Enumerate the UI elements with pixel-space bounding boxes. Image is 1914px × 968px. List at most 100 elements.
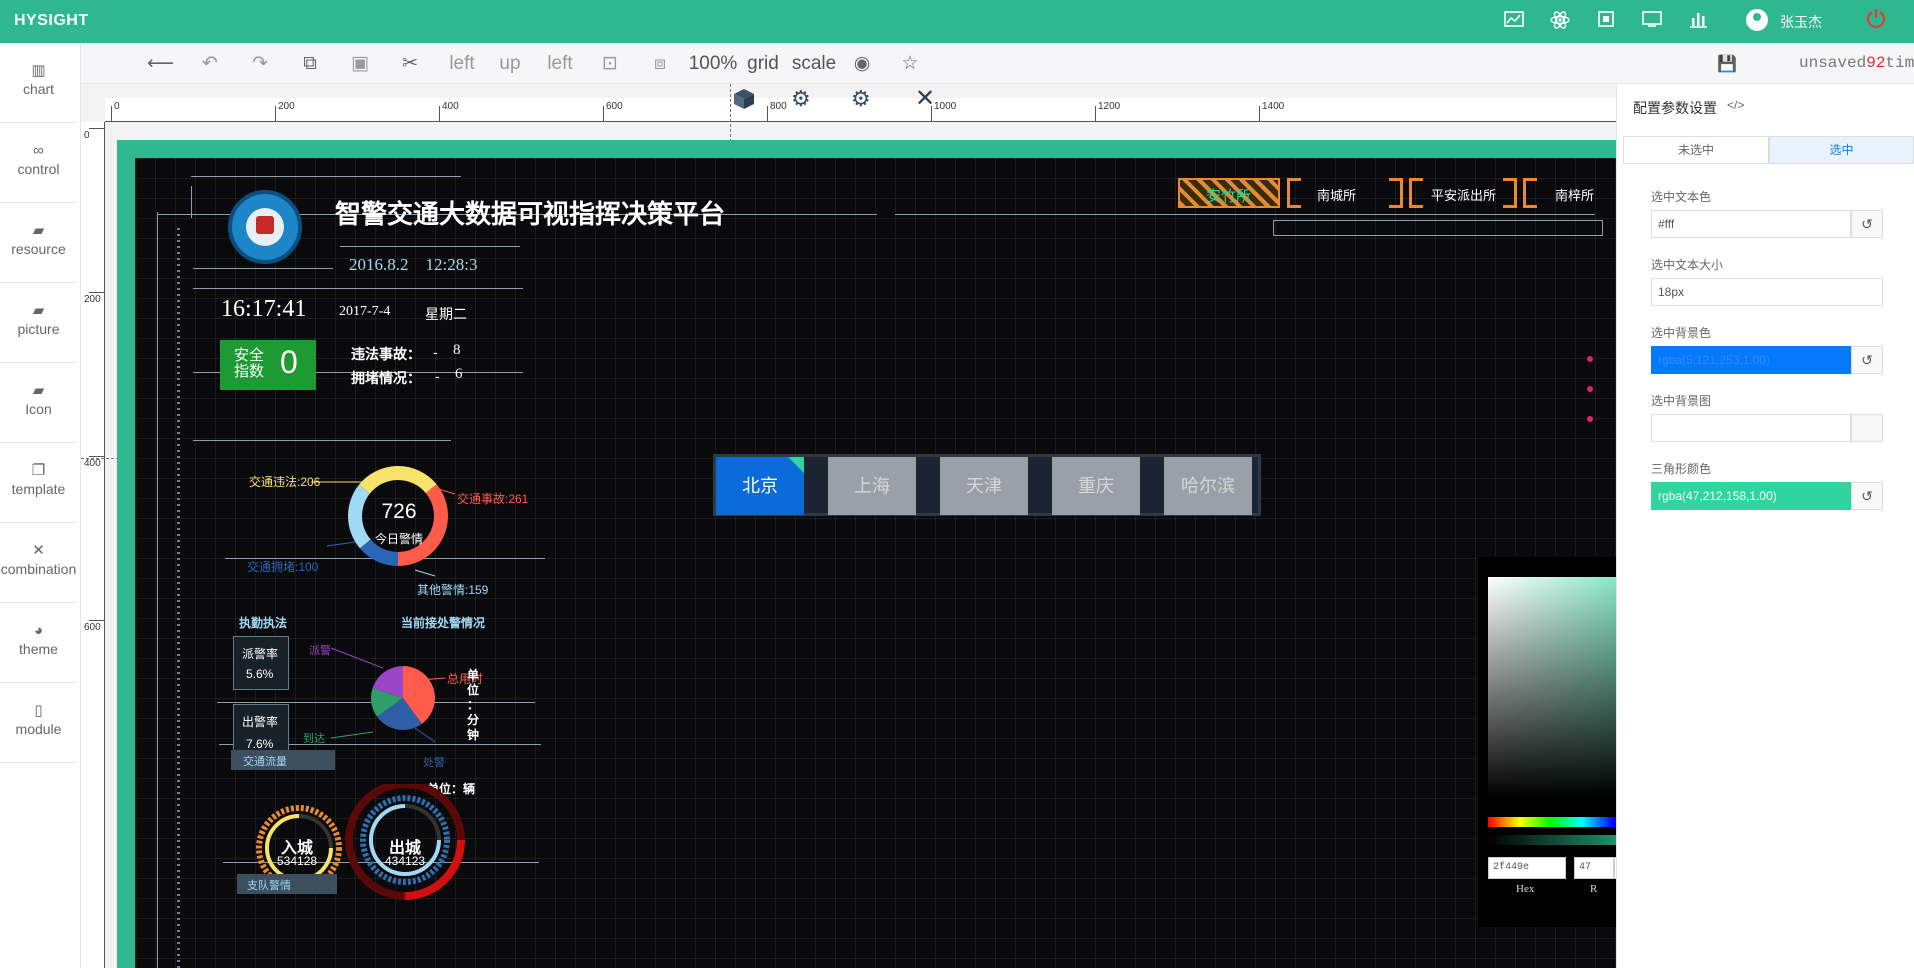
donut-label-violation: 交通违法:206 <box>249 475 321 489</box>
puzzle-icon[interactable] <box>1594 10 1618 34</box>
ruler-label: 200 <box>84 294 101 305</box>
copy-icon[interactable]: ⧉ <box>297 53 323 75</box>
violation-value: 8 <box>453 342 461 358</box>
code-icon[interactable]: </> <box>1727 98 1744 112</box>
sidebar-item-chart[interactable]: ▥ chart <box>0 43 77 123</box>
dashboard-screen[interactable]: 智警交通大数据可视指挥决策平台 2016.8.2 12:28:3 16:17:4… <box>135 158 1616 968</box>
avatar[interactable] <box>1746 9 1768 31</box>
station-button-active[interactable]: 安竹所 <box>1178 178 1280 208</box>
decor-line <box>191 176 461 177</box>
rate-label: 出警率 <box>242 715 279 729</box>
user-name[interactable]: 张玉杰 <box>1780 12 1822 32</box>
triangle-marker <box>788 457 804 473</box>
atom-icon[interactable] <box>1548 10 1572 34</box>
zoom-level[interactable]: 100% <box>687 53 739 75</box>
marker-dot <box>1587 386 1593 392</box>
handling-pie-chart <box>330 647 446 743</box>
donut-total: 726 <box>381 500 417 523</box>
bg-color-input[interactable]: rgba(5,121,253,1.00) <box>1651 346 1851 374</box>
align-up-button[interactable]: up <box>497 53 523 75</box>
ruler-tick <box>439 106 440 122</box>
ruler-label: 1400 <box>1262 101 1285 112</box>
sidebar-item-theme[interactable]: ◕ theme <box>0 603 77 683</box>
bar-chart-icon[interactable] <box>1686 10 1710 34</box>
station-label[interactable]: 南城所 <box>1317 185 1356 204</box>
date-display: 2017-7-4 <box>339 304 391 319</box>
canvas-area[interactable]: 0 200 400 600 800 1000 1200 1400 0 200 400 600 ⚙ ⚙… <box>81 84 1616 968</box>
reset-icon[interactable]: ↺ <box>1851 346 1883 374</box>
sidebar-item-label: template <box>11 481 66 497</box>
paste-icon[interactable]: ▣ <box>347 53 373 75</box>
sidebar-item-control[interactable]: ∞ control <box>0 123 77 203</box>
bg-color-label: 选中背景色 <box>1651 326 1712 340</box>
monitor-icon[interactable] <box>1640 10 1664 34</box>
city-tab[interactable]: 哈尔滨 <box>1164 457 1252 515</box>
sidebar-item-module[interactable]: ▯ module <box>0 683 77 763</box>
gears-icon[interactable]: ⚙ <box>791 86 819 114</box>
traffic-flow-header: 交通流量 <box>231 750 335 770</box>
save-icon[interactable]: 💾 <box>1717 54 1737 74</box>
text-size-input[interactable]: 18px <box>1651 278 1883 306</box>
city-tab[interactable]: 上海 <box>828 457 916 515</box>
traffic-flow-title: 交通流量 <box>243 756 287 768</box>
reset-icon[interactable]: ↺ <box>1851 482 1883 510</box>
tab-selected[interactable]: 选中 <box>1769 136 1914 164</box>
jam-label: 拥堵情况： <box>351 370 421 386</box>
hue-slider[interactable] <box>1488 817 1616 827</box>
bar-chart-icon: ▥ <box>31 62 46 79</box>
bg-image-input[interactable] <box>1651 414 1851 442</box>
bracket-decor <box>1523 178 1537 208</box>
gears-icon-2[interactable]: ⚙ <box>851 86 879 114</box>
reset-icon[interactable]: ↺ <box>1851 210 1883 238</box>
scissors-icon[interactable]: ✂ <box>397 53 423 75</box>
cube-icon[interactable] <box>732 87 758 113</box>
save-count: 92 <box>1866 54 1886 72</box>
sidebar-item-resource[interactable]: ▰ resource <box>0 203 77 283</box>
violation-label: 违法事故： <box>351 346 421 362</box>
triangle-color-input[interactable]: rgba(47,212,158,1.00) <box>1651 482 1851 510</box>
redo-icon[interactable]: ↷ <box>247 53 273 75</box>
eye-icon[interactable]: ◉ <box>849 53 875 75</box>
undo-icon[interactable]: ↶ <box>197 53 223 75</box>
chart-line-icon[interactable] <box>1502 10 1526 34</box>
sidebar-item-template[interactable]: ❐ template <box>0 443 77 523</box>
sidebar-item-label: picture <box>17 321 60 337</box>
saturation-area[interactable] <box>1488 577 1616 797</box>
sidebar: ▥ chart ∞ control ▰ resource ▰ picture ▰ Icon… <box>0 43 81 968</box>
align-left-button[interactable]: left <box>445 53 479 75</box>
hex-input[interactable]: 2f449e <box>1488 857 1566 879</box>
city-tab[interactable]: 重庆 <box>1052 457 1140 515</box>
station-label[interactable]: 南梓所 <box>1555 185 1594 204</box>
color-picker[interactable]: ✖ 2f449e 47 212 158 100 Hex R G B A <box>1478 557 1616 927</box>
section-enforce: 执勤执法 <box>239 616 288 630</box>
rate-value: 7.6% <box>246 737 274 751</box>
text-color-input[interactable]: #fff <box>1651 210 1851 238</box>
sidebar-item-combination[interactable]: ✕ combination <box>0 523 77 603</box>
save-status: unsaved92time <box>1799 54 1914 72</box>
power-icon[interactable] <box>1862 7 1890 35</box>
back-icon[interactable]: ⟵ <box>147 53 174 75</box>
align-left-button-2[interactable]: left <box>543 53 577 75</box>
scale-toggle[interactable]: scale <box>789 53 839 75</box>
ruler-label: 800 <box>770 101 787 112</box>
tab-unselected[interactable]: 未选中 <box>1623 136 1769 164</box>
city-tab[interactable]: 天津 <box>940 457 1028 515</box>
decor-ticks <box>177 228 180 968</box>
file-icon: ▯ <box>34 702 43 719</box>
sidebar-item-icon[interactable]: ▰ Icon <box>0 363 77 443</box>
police-badge-logo <box>228 190 302 264</box>
frame-icon[interactable]: ⊡ <box>597 53 623 75</box>
star-icon[interactable]: ☆ <box>897 53 923 75</box>
r-input[interactable]: 47 <box>1574 857 1614 879</box>
station-label[interactable]: 平安派出所 <box>1431 185 1496 204</box>
alpha-slider[interactable] <box>1488 835 1616 845</box>
rate-label: 派警率 <box>242 647 279 661</box>
bg-image-button[interactable] <box>1851 414 1883 442</box>
top-bar: HYSIGHT 张玉杰 <box>0 0 1914 43</box>
safety-index-label: 安全 指数 <box>234 347 265 380</box>
close-icon[interactable]: ✕ <box>915 84 939 112</box>
resize-icon[interactable]: ⧈ <box>647 53 673 75</box>
sidebar-item-picture[interactable]: ▰ picture <box>0 283 77 363</box>
grid-toggle[interactable]: grid <box>743 53 783 75</box>
pie-icon: ◕ <box>33 622 44 639</box>
